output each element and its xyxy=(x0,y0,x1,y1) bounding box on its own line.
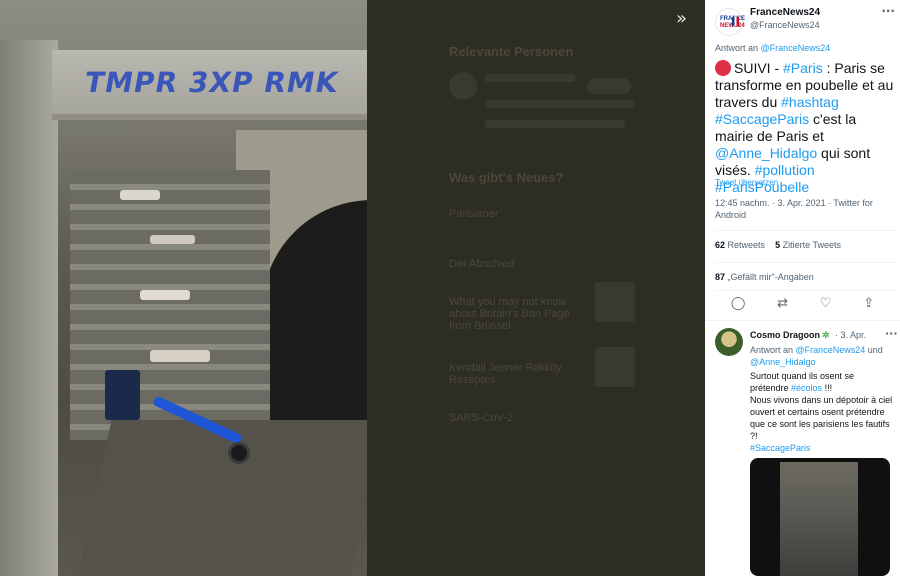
reply-tweet[interactable]: Cosmo Dragoon ✲ · 3. Apr. ··· Antwort an … xyxy=(705,320,900,576)
reply-text-part: Nous vivons dans un dépotoir à ciel ouve… xyxy=(750,395,893,441)
quotes-label[interactable]: Zitierte Tweets xyxy=(783,240,841,250)
bg-line xyxy=(485,120,625,128)
likes-label[interactable]: „Gefällt mir"-Angaben xyxy=(728,272,814,282)
bg-follow-button xyxy=(587,78,631,94)
tweet-text: SUIVI - #Paris : Paris se transforme en … xyxy=(715,60,897,196)
bg-line xyxy=(485,100,635,108)
tweet-header: FRANCE NEWS24 FranceNews24 @FranceNews24… xyxy=(715,4,895,36)
tweet-photo[interactable]: TMPR 3XP RMK xyxy=(0,0,367,576)
divider xyxy=(715,290,895,291)
reply-to-handle-link[interactable]: @Anne_Hidalgo xyxy=(750,357,816,367)
chevrons-right-icon[interactable]: » xyxy=(676,8,698,29)
likes-stats: 87 „Gefällt mir"-Angaben xyxy=(715,272,814,282)
red-circle-icon xyxy=(715,60,731,76)
hashtag-link[interactable]: #écolos xyxy=(791,383,822,393)
hashtag-link[interactable]: #Paris xyxy=(783,60,823,76)
bg-line xyxy=(485,74,575,82)
author-handle[interactable]: @FranceNews24 xyxy=(750,20,820,30)
photo-graffiti: TMPR 3XP RMK xyxy=(82,66,342,99)
hashtag-link[interactable]: #pollution xyxy=(755,162,815,178)
french-flag-icon xyxy=(732,17,739,26)
tweet-text-intro: SUIVI - xyxy=(734,60,784,76)
divider xyxy=(715,262,895,263)
reply-media-video[interactable] xyxy=(750,458,890,576)
reply-author-name[interactable]: Cosmo Dragoon ✲ xyxy=(750,330,830,341)
tweet-detail-panel: FRANCE NEWS24 FranceNews24 @FranceNews24… xyxy=(705,0,900,576)
bg-section-news-title: Was gibt's Neues? xyxy=(449,170,564,185)
photo-stairs xyxy=(70,170,270,440)
retweet-stats: 62 Retweets 5 Zitierte Tweets xyxy=(715,240,841,250)
reply-text: Surtout quand ils osent se prétendre #éc… xyxy=(750,370,895,454)
reply-to-prefix: Antwort an xyxy=(715,43,759,53)
photo-trash xyxy=(150,350,210,362)
photo-ground xyxy=(78,420,367,576)
avatar[interactable] xyxy=(715,328,743,356)
reply-to-line: Antwort an @FranceNews24 xyxy=(715,43,830,53)
photo-bag xyxy=(105,370,140,420)
translate-tweet-link[interactable]: Tweet übersetzen xyxy=(715,178,778,187)
bg-trend: Der Abschied xyxy=(449,258,515,270)
photo-scooter-wheel xyxy=(228,442,250,464)
avatar[interactable]: FRANCE NEWS24 xyxy=(715,8,745,36)
bg-section-people-title: Relevante Personen xyxy=(449,44,574,59)
photo-wall xyxy=(0,40,58,576)
reply-text-part: !!! xyxy=(822,383,833,393)
retweets-label[interactable]: Retweets xyxy=(728,240,766,250)
bg-news: What you may not know about Britain's Ba… xyxy=(449,296,570,332)
bg-news-thumb xyxy=(595,347,635,387)
retweet-icon[interactable]: ⇄ xyxy=(777,296,788,316)
reply-date[interactable]: · 3. Apr. xyxy=(835,330,866,340)
reply-to-line: Antwort an @FranceNews24 und @Anne_Hidal… xyxy=(750,344,895,368)
hashtag-link[interactable]: #hashtag xyxy=(781,94,839,110)
quotes-count[interactable]: 5 xyxy=(775,240,780,250)
tweet-timestamp[interactable]: 12:45 nachm. · 3. Apr. 2021 · Twitter fo… xyxy=(715,197,895,221)
more-horizontal-icon[interactable]: ··· xyxy=(881,4,895,18)
reply-icon[interactable]: ◯ xyxy=(731,296,746,316)
hashtag-link[interactable]: #SaccageParis xyxy=(715,111,809,127)
photo-trash xyxy=(150,235,195,244)
more-horizontal-icon[interactable]: ··· xyxy=(885,327,898,340)
divider xyxy=(715,230,895,231)
cactus-icon: ✲ xyxy=(822,330,830,340)
background-twitter-page: Relevante Personen Was gibt's Neues? Par… xyxy=(367,0,705,576)
photo-trash xyxy=(120,190,160,200)
reply-to-prefix: Antwort an xyxy=(750,345,794,355)
mention-link[interactable]: @Anne_Hidalgo xyxy=(715,145,817,161)
photo-trash xyxy=(140,290,190,300)
reply-media-frame xyxy=(780,462,858,576)
hashtag-link[interactable]: #SaccageParis xyxy=(750,443,811,453)
likes-count[interactable]: 87 xyxy=(715,272,725,282)
author-name[interactable]: FranceNews24 xyxy=(750,7,820,18)
reply-to-handle-link[interactable]: @FranceNews24 xyxy=(761,43,831,53)
bg-news-thumb xyxy=(595,282,635,322)
bg-news: Kendall Jenner Rokkity Rezeptes xyxy=(449,362,562,386)
tweet-actions: ◯ ⇄ ♡ ⇪ xyxy=(715,296,890,316)
bg-trend: Parisianer xyxy=(449,208,499,220)
heart-icon[interactable]: ♡ xyxy=(820,296,832,316)
share-icon[interactable]: ⇪ xyxy=(863,296,874,316)
bg-avatar xyxy=(449,72,477,100)
bg-trend: SARS-CoV-2 xyxy=(449,412,514,424)
retweets-count[interactable]: 62 xyxy=(715,240,725,250)
reply-to-joiner: und xyxy=(867,345,883,355)
reply-to-handle-link[interactable]: @FranceNews24 xyxy=(796,345,866,355)
reply-author-display-name[interactable]: Cosmo Dragoon xyxy=(750,330,820,340)
